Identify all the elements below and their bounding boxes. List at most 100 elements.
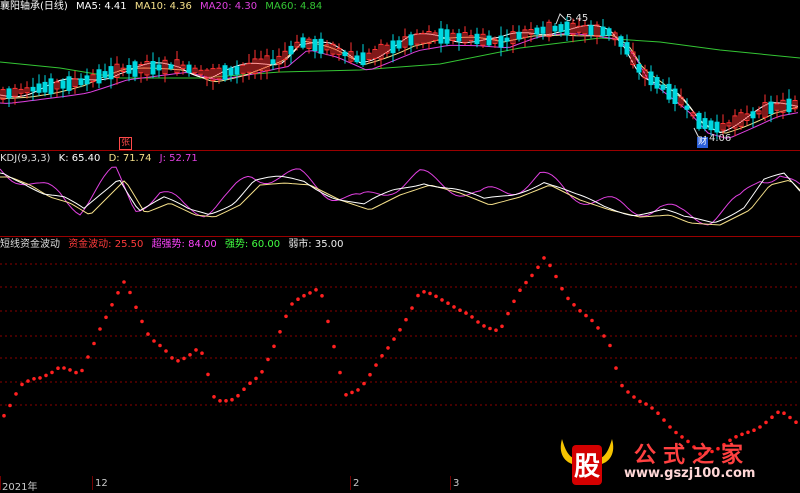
candle-body — [540, 26, 546, 34]
high-price-label: 5.45 — [566, 13, 589, 24]
fund-dot — [272, 344, 276, 349]
fund-dot — [464, 311, 468, 315]
candle-body — [102, 71, 108, 78]
fund-dot — [662, 418, 666, 422]
fund-dot — [524, 280, 528, 285]
cai-badge-icon[interactable]: 财 — [697, 137, 708, 148]
zhang-badge-icon[interactable]: 张 — [119, 137, 132, 150]
candle-body — [702, 118, 708, 129]
fund-dot — [86, 355, 90, 359]
fund-dot — [8, 403, 12, 408]
fund-dot — [752, 428, 756, 432]
fund-dot — [590, 318, 594, 323]
candle-body — [534, 27, 540, 35]
candle-body — [672, 88, 678, 104]
candle-body — [444, 29, 450, 44]
candle-body — [186, 64, 192, 73]
fund-dot — [650, 406, 654, 410]
fund-dot — [296, 297, 300, 301]
fund-dot — [518, 288, 522, 292]
candle-body — [84, 75, 90, 85]
fund-dot — [794, 420, 798, 424]
fund-dot — [656, 411, 660, 415]
fund-dot — [470, 315, 474, 319]
fund-dot — [212, 395, 216, 399]
fund-dot — [56, 366, 60, 370]
fund-dot — [674, 430, 678, 435]
candle-body — [234, 66, 240, 75]
candle-body — [6, 88, 12, 99]
fund-dot — [422, 290, 426, 294]
candle-body — [558, 24, 564, 33]
kdj-j-line — [0, 166, 800, 226]
watermark-title: 公式之家 — [634, 443, 751, 468]
fund-dot — [236, 393, 240, 398]
candle-body — [714, 121, 720, 133]
fund-dot — [338, 370, 342, 375]
fund-dot — [668, 425, 672, 429]
candle-body — [288, 45, 294, 55]
candle-body — [564, 21, 570, 36]
fund-dot — [494, 328, 498, 332]
fund-dot — [386, 346, 390, 350]
fund-dot — [404, 317, 408, 322]
fund-dot — [38, 376, 42, 380]
fund-dot — [134, 305, 138, 310]
fund-dot — [230, 397, 234, 402]
fund-dot — [620, 383, 624, 388]
fund-dot — [554, 274, 558, 279]
fund-dot — [164, 349, 168, 353]
fund-dot — [74, 370, 78, 375]
fund-dot — [128, 290, 132, 295]
fund-dot — [110, 303, 114, 307]
candle-body — [636, 64, 642, 73]
candle-body — [270, 59, 276, 65]
fund-dot — [584, 313, 588, 318]
low-price-label: 4.06 — [709, 133, 732, 144]
fund-dot — [170, 356, 174, 360]
fund-dot — [428, 291, 432, 296]
kdj-indicator-chart[interactable] — [0, 151, 800, 236]
fund-dot — [284, 314, 288, 319]
x-axis-label: 3 — [453, 478, 460, 489]
fund-dot — [530, 273, 534, 278]
fund-dot — [374, 363, 378, 367]
fund-dot — [368, 372, 372, 377]
fund-dot — [644, 402, 648, 406]
candle-body — [66, 76, 72, 91]
fund-dot — [782, 411, 786, 415]
fund-dot — [542, 256, 546, 260]
fund-dot — [80, 368, 84, 373]
fund-dot — [350, 390, 354, 395]
kdj-k-line — [0, 172, 800, 223]
fund-dot — [140, 319, 144, 324]
candle-body — [150, 61, 156, 75]
fund-dot — [266, 357, 270, 362]
candle-body — [48, 78, 54, 95]
fund-dot — [320, 294, 324, 298]
fund-dot — [572, 303, 576, 307]
fund-dot — [122, 280, 126, 284]
x-axis-label: 2 — [353, 478, 360, 489]
fund-dot — [746, 430, 750, 435]
candle-body — [624, 42, 630, 55]
candle-body — [768, 101, 774, 114]
horned-logo-icon: 股 — [560, 439, 614, 485]
candle-body — [606, 28, 612, 36]
x-axis-tick — [92, 476, 93, 490]
fund-dot — [224, 399, 228, 403]
price-candlestick-chart[interactable] — [0, 0, 800, 150]
kdj-d-line — [0, 176, 800, 226]
fund-dot — [326, 319, 330, 324]
candle-body — [312, 39, 318, 51]
fund-dot — [482, 324, 486, 328]
fund-dot — [536, 265, 540, 270]
candle-body — [696, 112, 702, 129]
fund-dot — [98, 327, 102, 331]
x-axis-tick — [0, 476, 1, 490]
candle-body — [42, 81, 48, 93]
fund-dot — [632, 395, 636, 399]
fund-dot — [776, 410, 780, 415]
fund-dot — [176, 359, 180, 363]
fund-dot — [290, 302, 294, 306]
